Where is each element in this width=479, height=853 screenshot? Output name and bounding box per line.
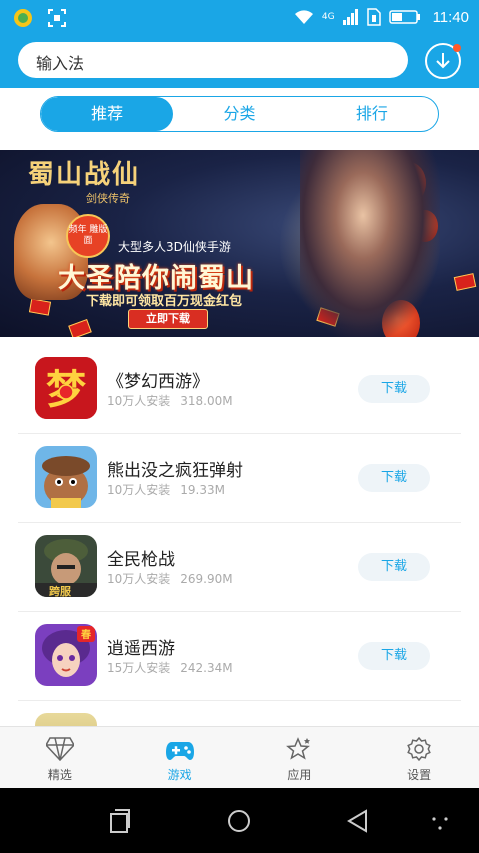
red-envelope-decoration [68, 319, 92, 337]
gear-icon [407, 736, 431, 762]
app-size: 242.34M [180, 661, 233, 675]
banner-download-button[interactable]: 立即下载 [128, 309, 208, 329]
list-item[interactable]: 熊出没之疯狂弹射 10万人安装 19.33M 下载 [18, 434, 461, 523]
nav-apps[interactable]: 应用 [240, 727, 360, 788]
download-button[interactable]: 下载 [358, 464, 430, 492]
notification-dot [453, 44, 461, 52]
banner-hero-character [300, 150, 440, 337]
xiaoyao-xiyou-game-icon: 春 [35, 624, 97, 686]
svg-text:跨服: 跨服 [49, 584, 72, 597]
banner-game-logo-sub: 剑侠传奇 [86, 192, 130, 205]
nav-games[interactable]: 游戏 [120, 727, 240, 788]
tab-ranking[interactable]: 排行 [306, 97, 438, 131]
red-envelope-decoration [28, 298, 52, 316]
category-tabs: 推荐 分类 排行 [40, 96, 439, 132]
banner-game-logo: 蜀山战仙 [28, 160, 141, 190]
home-icon[interactable] [226, 808, 252, 834]
screenshot-icon [48, 9, 66, 27]
banner-badge: 频年 雕版面 [66, 214, 110, 258]
list-item[interactable]: 梦 《梦幻西游》 10万人安装 318.00M 下载 [18, 345, 461, 434]
download-button[interactable]: 下载 [358, 375, 430, 403]
nav-label: 应用 [287, 768, 312, 782]
install-count: 10万人安装 [107, 572, 171, 586]
xiong-chu-mo-game-icon [35, 446, 97, 508]
list-item[interactable]: 跨服 全民枪战 10万人安装 269.90M 下载 [18, 523, 461, 612]
app-size: 318.00M [180, 394, 233, 408]
signal-icon [342, 9, 358, 25]
app-meta: 15万人安装 242.34M [107, 659, 233, 676]
clock: 11:40 [432, 8, 469, 26]
banner-subtitle: 大型多人3D仙侠手游 [118, 240, 231, 254]
app-name: 熊出没之疯狂弹射 [107, 461, 243, 481]
recent-apps-icon[interactable] [107, 808, 133, 834]
nav-label: 设置 [407, 768, 432, 782]
download-button[interactable]: 下载 [358, 642, 430, 670]
app-notification-icon [14, 9, 32, 27]
status-bar: 4G 11:40 [0, 0, 479, 36]
install-count: 10万人安装 [107, 483, 171, 497]
system-navigation-bar [0, 788, 479, 853]
app-meta: 10万人安装 269.90M [107, 570, 233, 587]
app-size: 19.33M [180, 483, 225, 497]
search-input-value: 输入法 [36, 54, 85, 73]
nav-label: 游戏 [167, 768, 192, 782]
nav-label: 精选 [47, 768, 72, 782]
nav-settings[interactable]: 设置 [359, 727, 479, 788]
status-icons: 4G 11:40 [294, 5, 469, 29]
diamond-icon [45, 737, 74, 762]
tab-categories[interactable]: 分类 [173, 97, 305, 131]
app-name: 《梦幻西游》 [107, 372, 209, 392]
install-count: 10万人安装 [107, 394, 171, 408]
download-button[interactable]: 下载 [358, 553, 430, 581]
sim-icon [366, 8, 381, 26]
battery-icon [388, 10, 420, 24]
star-icon [286, 737, 311, 760]
red-envelope-decoration [453, 273, 477, 291]
app-size: 269.90M [180, 572, 233, 586]
menghuan-xiyou-game-icon: 梦 [35, 357, 97, 419]
menu-dots-icon[interactable] [428, 808, 454, 834]
app-name: 逍遥西游 [107, 639, 175, 659]
back-icon[interactable] [345, 808, 371, 834]
network-type: 4G [321, 12, 335, 22]
nav-featured[interactable]: 精选 [0, 727, 120, 788]
bottom-navigation: 精选 游戏 应用 设置 [0, 726, 479, 788]
app-meta: 10万人安装 318.00M [107, 392, 233, 409]
search-input[interactable]: 输入法 [18, 42, 408, 78]
banner-promo-line: 下载即可领取百万现金红包 [86, 294, 243, 309]
download-manager-button[interactable] [425, 43, 461, 79]
gamepad-icon [165, 742, 194, 760]
install-count: 15万人安装 [107, 661, 171, 675]
tab-recommended[interactable]: 推荐 [41, 97, 174, 131]
app-meta: 10万人安装 19.33M [107, 481, 225, 498]
list-item[interactable]: 春 逍遥西游 15万人安装 242.34M 下载 [18, 612, 461, 701]
quanmin-qiangzhan-game-icon: 跨服 [35, 535, 97, 597]
svg-text:春: 春 [81, 628, 91, 641]
top-header: 4G 11:40 输入法 [0, 0, 479, 88]
wifi-icon [294, 10, 313, 24]
app-name: 全民枪战 [107, 550, 175, 570]
